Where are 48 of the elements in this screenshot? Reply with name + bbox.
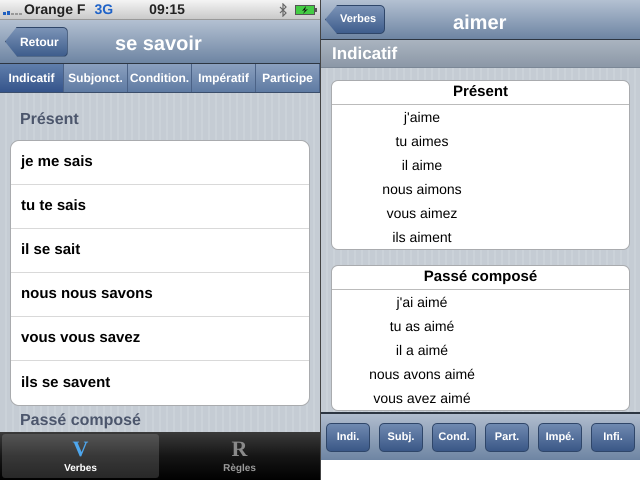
- toolbar-button[interactable]: Infi.: [591, 422, 635, 452]
- toolbar-button[interactable]: Impé.: [538, 422, 582, 452]
- tab-glyph: V: [72, 436, 88, 460]
- table-row[interactable]: vous vous savez: [11, 317, 309, 361]
- conjugation-text: j'ai aimé: [395, 292, 448, 312]
- tab-glyph: R: [232, 436, 248, 460]
- conjugation-text: nous aimons: [381, 180, 463, 198]
- network-type: 3G: [94, 0, 114, 19]
- tab-bar-item[interactable]: V Verbes: [2, 434, 159, 478]
- conjugation-text: ils aiment: [391, 228, 453, 246]
- section-header: Indicatif: [332, 42, 398, 65]
- tab-bar-item[interactable]: R Règles: [161, 434, 318, 478]
- table-row[interactable]: il se sait: [11, 229, 309, 273]
- toolbar-button[interactable]: Indi.: [326, 422, 370, 452]
- table-title: Présent: [332, 81, 629, 105]
- tab-label: Verbes: [64, 462, 97, 476]
- conjugation-text: il aime: [400, 156, 444, 174]
- status-time: 09:15: [149, 0, 185, 19]
- segment-tab[interactable]: Subjonct.: [64, 64, 128, 92]
- battery-icon: [295, 4, 317, 14]
- section-header: Passé composé: [20, 411, 141, 430]
- carrier-name: Orange F: [24, 0, 86, 19]
- tab-label: Règles: [223, 462, 256, 476]
- segment-tab[interactable]: Indicatif: [0, 64, 64, 92]
- conjugation-text: vous avez aimé: [372, 388, 472, 408]
- nav-title: aimer: [453, 11, 506, 36]
- conjugation-text: tu aimes: [394, 132, 450, 150]
- back-button[interactable]: Retour: [5, 26, 68, 56]
- table-row[interactable]: je me sais: [11, 141, 309, 185]
- segment-tab[interactable]: Impératif: [192, 64, 256, 92]
- segment-tab[interactable]: Condition.: [128, 64, 192, 92]
- conjugation-text: nous avons aimé: [368, 364, 476, 384]
- conjugation-text: tu as aimé: [388, 316, 456, 336]
- conjugation-text: il a aimé: [394, 340, 450, 360]
- bluetooth-icon: [279, 2, 287, 16]
- toolbar-button[interactable]: Subj.: [379, 422, 423, 452]
- table-row[interactable]: tu te sais: [11, 185, 309, 229]
- nav-title: se savoir: [115, 32, 202, 57]
- table-title: Passé composé: [332, 266, 629, 290]
- conjugation-text: vous aimez: [386, 204, 458, 222]
- back-button[interactable]: Verbes: [325, 5, 386, 34]
- toolbar-button[interactable]: Part.: [485, 422, 529, 452]
- section-header: Présent: [20, 110, 79, 129]
- conjugation-text: j'aime: [402, 108, 442, 127]
- table-row[interactable]: ils se savent: [11, 361, 309, 405]
- toolbar-button[interactable]: Cond.: [432, 422, 476, 452]
- table-row[interactable]: nous nous savons: [11, 273, 309, 317]
- signal-icon: [3, 11, 22, 15]
